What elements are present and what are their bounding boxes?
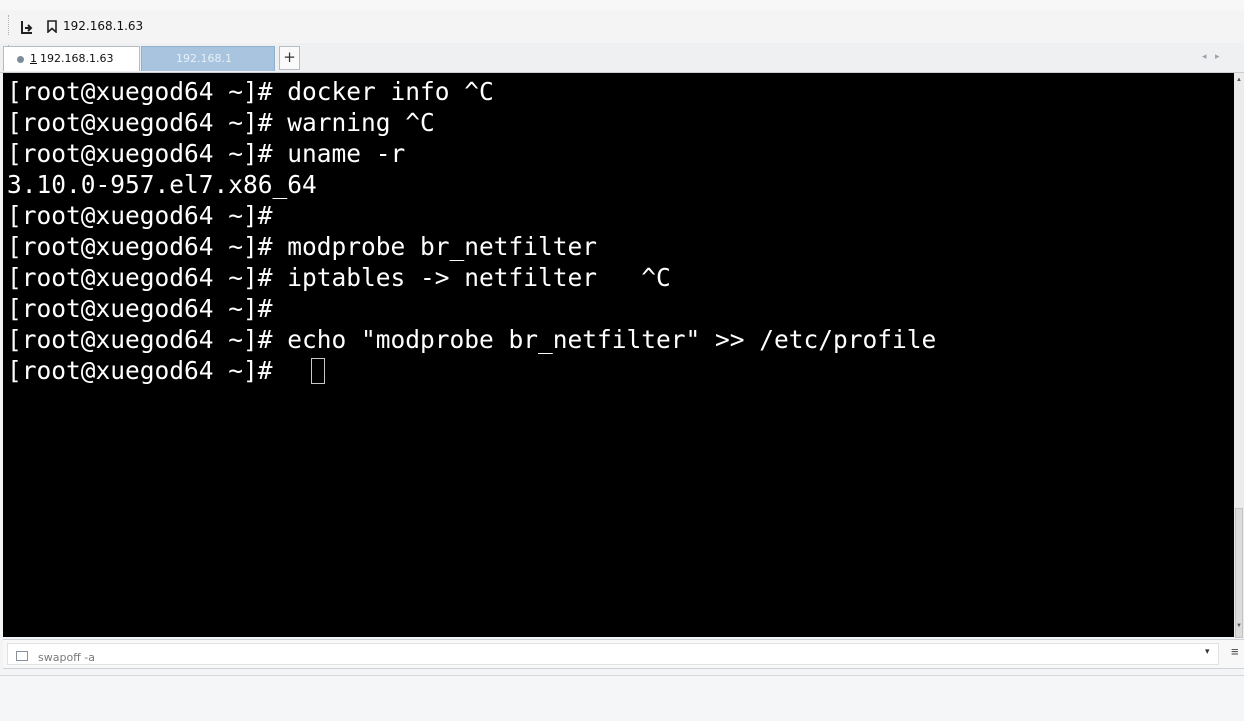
terminal-scrollbar[interactable]: ▲ ▼: [1234, 73, 1244, 638]
address-host[interactable]: 192.168.1.63: [63, 19, 143, 33]
connection-status-icon: [17, 55, 24, 63]
command-input-value: swapoff -a: [38, 651, 95, 664]
scroll-up-icon[interactable]: ▲: [1236, 77, 1242, 83]
session-tab-bar: 1 192.168.1.63 192.168.1 + ◂ ▸: [0, 43, 1244, 73]
bookmark-icon[interactable]: [47, 20, 57, 33]
terminal-cursor: [311, 358, 325, 384]
tab-index: 1: [30, 52, 37, 65]
tab-scroll-right-icon[interactable]: ▸: [1215, 52, 1220, 62]
connect-arrow-icon[interactable]: [20, 20, 34, 34]
chevron-down-icon[interactable]: ▾: [1205, 646, 1210, 657]
send-to-window-icon[interactable]: [16, 651, 28, 661]
terminal-line: [root@xuegod64 ~]# echo "modprobe br_net…: [7, 325, 937, 354]
status-area: [0, 675, 1244, 721]
session-tab-2[interactable]: 192.168.1: [141, 46, 275, 71]
address-bar: 192.168.1.63: [0, 10, 1244, 43]
scrollbar-thumb[interactable]: [1235, 508, 1243, 638]
toolbar-grip: [8, 15, 11, 35]
command-input[interactable]: swapoff -a: [7, 643, 1219, 665]
terminal-line: [root@xuegod64 ~]#: [7, 201, 273, 230]
session-tab-1[interactable]: 1 192.168.1.63: [3, 46, 140, 71]
terminal-line: [root@xuegod64 ~]# uname -r: [7, 139, 406, 168]
terminal-line: [root@xuegod64 ~]# modprobe br_netfilter: [7, 232, 598, 261]
command-bar: swapoff -a ▾ ≡: [3, 639, 1244, 669]
tab-label: 192.168.1.63: [40, 52, 114, 65]
terminal-output[interactable]: [root@xuegod64 ~]# docker info ^C [root@…: [3, 73, 1234, 637]
tab-label: 192.168.1: [176, 52, 232, 65]
terminal-line: [root@xuegod64 ~]#: [7, 294, 273, 323]
new-tab-button[interactable]: +: [279, 46, 300, 70]
scroll-down-icon[interactable]: ▼: [1236, 623, 1242, 629]
tab-scroll-left-icon[interactable]: ◂: [1202, 52, 1207, 62]
terminal-line: [root@xuegod64 ~]# iptables -> netfilter…: [7, 263, 671, 292]
terminal-prompt-line: [root@xuegod64 ~]#: [7, 356, 288, 385]
terminal-line: 3.10.0-957.el7.x86_64: [7, 170, 317, 199]
menu-icon[interactable]: ≡: [1231, 644, 1239, 659]
terminal-line: [root@xuegod64 ~]# docker info ^C: [7, 77, 494, 106]
terminal-line: [root@xuegod64 ~]# warning ^C: [7, 108, 435, 137]
